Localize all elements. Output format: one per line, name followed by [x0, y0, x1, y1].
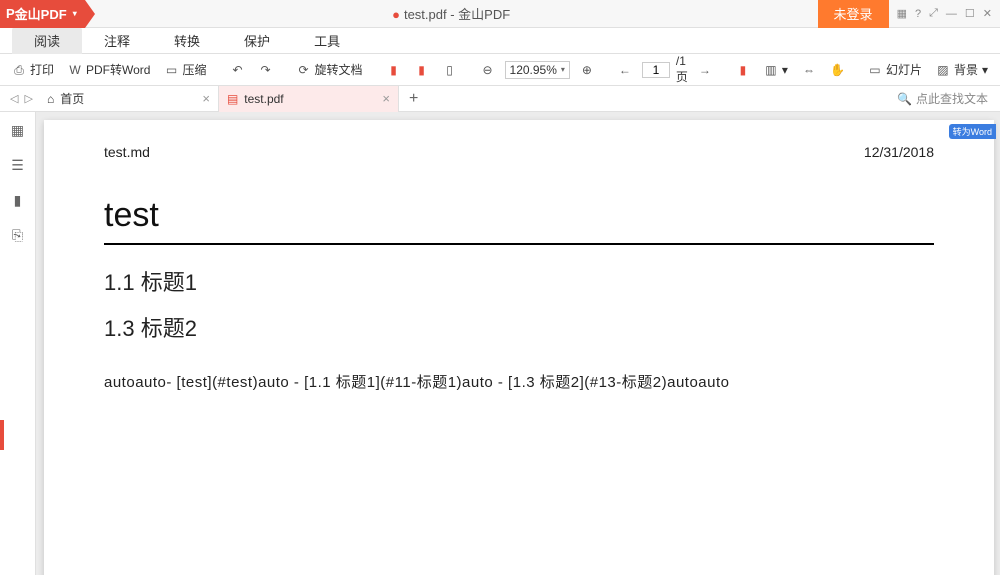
background-icon: ▨ [936, 63, 950, 77]
home-icon: ⌂ [47, 92, 54, 106]
redo-icon: ↷ [259, 63, 273, 77]
expand-icon[interactable]: ⤢ [929, 7, 938, 20]
new-tab-button[interactable]: + [399, 90, 428, 108]
app-badge[interactable]: P 金山PDF ▾ [0, 0, 85, 28]
menu-tools[interactable]: 工具 [292, 27, 362, 54]
word-icon: W [68, 63, 82, 77]
zoom-out-icon: ⊖ [481, 63, 495, 77]
pan-button[interactable]: ✋ [826, 61, 848, 79]
page-total: /1页 [676, 54, 688, 85]
doc-filename: test.md [104, 144, 150, 160]
page-cont-icon: ▯ [443, 63, 457, 77]
bookmark-button[interactable]: ▮ [732, 61, 754, 79]
zoom-in-icon: ⊕ [580, 63, 594, 77]
page-double-icon: ▮ [415, 63, 429, 77]
zoom-in-button[interactable]: ⊕ [576, 61, 598, 79]
pdf-icon: P [6, 6, 15, 21]
print-button[interactable]: ⎙打印 [8, 59, 58, 80]
tab-fwd-icon[interactable]: ▷ [24, 92, 32, 105]
sidepanel: ▦ ☰ ▮ ⎘ [0, 112, 36, 575]
dropdown-icon: ▾ [73, 9, 77, 18]
view-single-button[interactable]: ▮ [383, 61, 405, 79]
view-continuous-button[interactable]: ▯ [439, 61, 461, 79]
tab-home[interactable]: ⌂ 首页 × [39, 86, 219, 112]
rotate-icon: ⟳ [297, 63, 311, 77]
columns-icon: ▥ [764, 63, 778, 77]
zoom-out-button[interactable]: ⊖ [477, 61, 499, 79]
menu-annotate[interactable]: 注释 [82, 27, 152, 54]
document-tabbar: ◁ ▷ ⌂ 首页 × ▤ test.pdf × + 🔍 点此查找文本 [0, 86, 1000, 112]
close-tab-icon[interactable]: × [202, 91, 210, 106]
menubar: 阅读 注释 转换 保护 工具 [0, 28, 1000, 54]
window-title: ●test.pdf - 金山PDF [85, 4, 818, 23]
page-input[interactable] [642, 62, 670, 78]
window-controls: ▦ ? ⤢ — ☐ ✕ [889, 7, 1000, 20]
fit-button[interactable]: ⇔ [798, 61, 820, 79]
app-name: 金山PDF [15, 4, 67, 23]
attachments-icon[interactable]: ⎘ [12, 227, 23, 244]
arrow-left-icon: ← [618, 63, 632, 77]
pdf-file-icon: ▤ [227, 92, 238, 106]
menu-read[interactable]: 阅读 [12, 27, 82, 54]
workspace: ▦ ☰ ▮ ⎘ 转为Word test.md 12/31/2018 test 1… [0, 112, 1000, 575]
outline-icon[interactable]: ☰ [11, 157, 24, 174]
fit-icon: ⇔ [802, 63, 816, 77]
doc-date: 12/31/2018 [864, 144, 934, 160]
convert-badge[interactable]: 转为Word [949, 124, 996, 139]
view-double-button[interactable]: ▮ [411, 61, 433, 79]
tab-back-icon[interactable]: ◁ [10, 92, 18, 105]
pdf-page: 转为Word test.md 12/31/2018 test 1.1 标题1 1… [44, 120, 994, 575]
login-button[interactable]: 未登录 [818, 0, 889, 28]
bookmark-icon: ▮ [736, 63, 750, 77]
redo-button[interactable]: ↷ [255, 61, 277, 79]
side-indicator [0, 420, 4, 450]
pdf-to-word-button[interactable]: WPDF转Word [64, 59, 154, 80]
undo-button[interactable]: ↶ [227, 61, 249, 79]
toolbar: ⎙打印 WPDF转Word ▭压缩 ↶ ↷ ⟳旋转文档 ▮ ▮ ▯ ⊖ 120.… [0, 54, 1000, 86]
chevron-down-icon: ▾ [561, 65, 565, 74]
tab-history: ◁ ▷ [4, 92, 39, 105]
print-icon: ⎙ [12, 63, 26, 77]
slideshow-icon: ▭ [868, 63, 882, 77]
hand-icon: ✋ [830, 63, 844, 77]
maximize-icon[interactable]: ☐ [965, 7, 975, 20]
prev-page-button[interactable]: ← [614, 61, 636, 79]
slideshow-button[interactable]: ▭幻灯片 [864, 59, 926, 80]
compress-button[interactable]: ▭压缩 [160, 59, 210, 80]
arrow-right-icon: → [698, 63, 712, 77]
doc-icon: ● [392, 7, 400, 22]
tab-document[interactable]: ▤ test.pdf × [219, 86, 399, 112]
background-button[interactable]: ▨背景▾ [932, 59, 992, 80]
next-page-button[interactable]: → [694, 61, 716, 79]
layout-button[interactable]: ▥▾ [760, 61, 792, 79]
compress-icon: ▭ [164, 63, 178, 77]
thumbnails-icon[interactable]: ▦ [11, 122, 24, 139]
settings-icon[interactable]: ▦ [897, 7, 907, 20]
zoom-select[interactable]: 120.95%▾ [505, 61, 570, 79]
menu-protect[interactable]: 保护 [222, 27, 292, 54]
menu-convert[interactable]: 转换 [152, 27, 222, 54]
section-1: 1.1 标题1 [104, 265, 934, 297]
minimize-icon[interactable]: — [946, 8, 957, 20]
search-hint[interactable]: 🔍 点此查找文本 [897, 90, 1000, 107]
section-2: 1.3 标题2 [104, 311, 934, 343]
page-viewport[interactable]: 转为Word test.md 12/31/2018 test 1.1 标题1 1… [36, 112, 1000, 575]
titlebar: P 金山PDF ▾ ●test.pdf - 金山PDF 未登录 ▦ ? ⤢ — … [0, 0, 1000, 28]
undo-icon: ↶ [231, 63, 245, 77]
rotate-button[interactable]: ⟳旋转文档 [293, 59, 367, 80]
close-icon[interactable]: ✕ [983, 7, 992, 20]
search-icon: 🔍 [897, 92, 912, 106]
doc-title: test [104, 196, 934, 235]
horizontal-rule [104, 243, 934, 245]
help-icon[interactable]: ? [915, 8, 921, 20]
body-paragraph: autoauto- [test](#test)auto - [1.1 标题1](… [104, 371, 934, 392]
bookmarks-icon[interactable]: ▮ [14, 192, 22, 209]
close-tab-icon[interactable]: × [382, 91, 390, 106]
page-single-icon: ▮ [387, 63, 401, 77]
